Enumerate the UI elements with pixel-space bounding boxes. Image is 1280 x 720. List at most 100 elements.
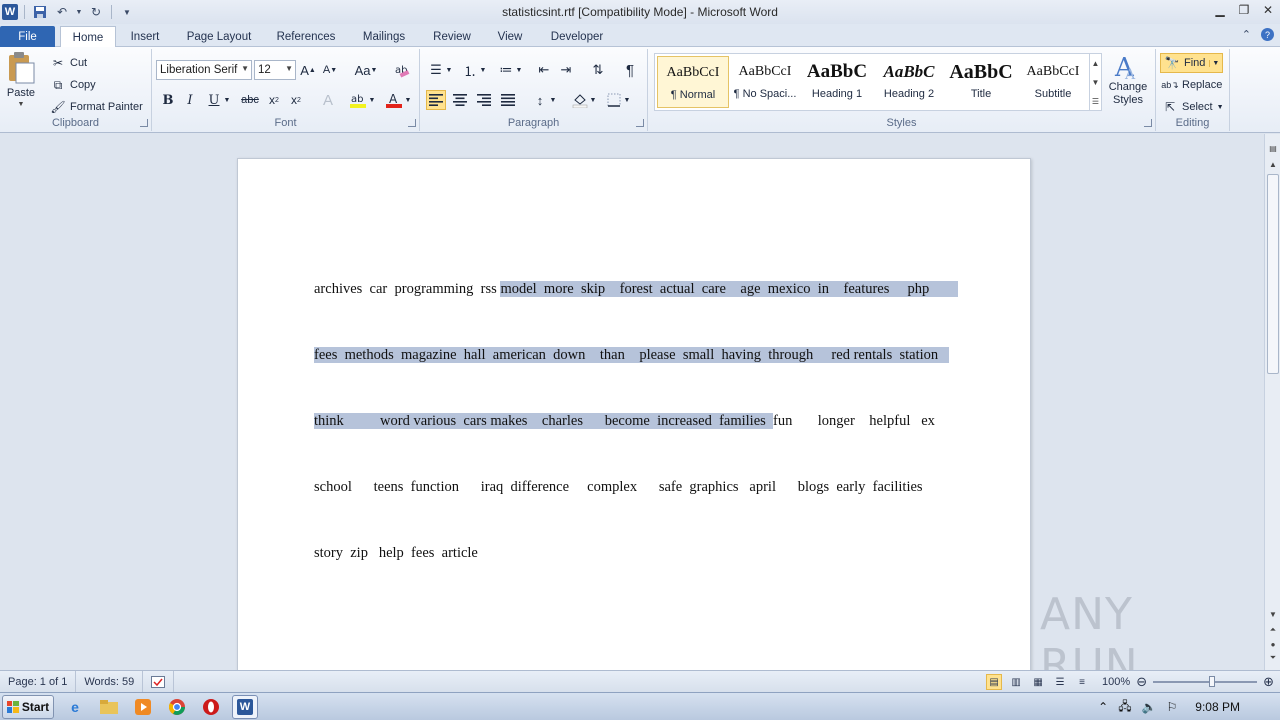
proofing-icon[interactable] bbox=[143, 670, 175, 693]
find-dropdown-icon[interactable]: ▼ bbox=[1209, 59, 1219, 67]
borders-icon[interactable] bbox=[604, 90, 624, 110]
volume-icon[interactable]: 🔈 bbox=[1142, 700, 1157, 714]
document-body[interactable]: archives car programming rss model more … bbox=[314, 234, 974, 608]
customize-qat-icon[interactable]: ▼ bbox=[118, 3, 136, 21]
superscript-icon[interactable]: x2 bbox=[286, 90, 306, 110]
tab-insert[interactable]: Insert bbox=[122, 26, 168, 47]
increase-indent-icon[interactable]: ⇥ bbox=[556, 60, 576, 80]
print-layout-view-icon[interactable]: ▤ bbox=[986, 674, 1003, 690]
tab-developer[interactable]: Developer bbox=[542, 26, 612, 47]
shading-dropdown-icon[interactable]: ▼ bbox=[588, 90, 598, 110]
paragraph-dialog-launcher[interactable] bbox=[636, 119, 644, 127]
highlight-color-icon[interactable]: ab bbox=[348, 90, 368, 110]
align-right-icon[interactable] bbox=[474, 90, 494, 110]
style-normal[interactable]: AaBbCcI ¶ Normal bbox=[657, 56, 729, 108]
font-size-combo[interactable]: 12 ▼ bbox=[254, 60, 296, 80]
style-heading-1[interactable]: AaBbC Heading 1 bbox=[801, 56, 873, 108]
tab-page-layout[interactable]: Page Layout bbox=[178, 26, 260, 47]
numbering-icon[interactable]: ⒈ bbox=[460, 60, 480, 80]
clock[interactable]: 9:08 PM bbox=[1195, 700, 1240, 714]
font-color-icon[interactable]: A bbox=[384, 90, 404, 110]
zoom-out-icon[interactable]: ⊖ bbox=[1136, 674, 1147, 690]
zoom-in-icon[interactable]: ⊕ bbox=[1263, 674, 1274, 690]
word-taskbar-icon[interactable]: W bbox=[232, 694, 258, 719]
decrease-indent-icon[interactable]: ⇤ bbox=[534, 60, 554, 80]
close-button[interactable]: ✕ bbox=[1256, 0, 1280, 20]
action-center-flag-icon[interactable]: ⚐ bbox=[1167, 700, 1178, 714]
full-screen-reading-view-icon[interactable]: ▥ bbox=[1008, 674, 1024, 690]
style-heading-2[interactable]: AaBbC Heading 2 bbox=[873, 56, 945, 108]
undo-dropdown-icon[interactable]: ▼ bbox=[75, 3, 83, 21]
shrink-font-icon[interactable]: A ▼ bbox=[320, 60, 340, 80]
cut-button[interactable]: ✂ Cut bbox=[50, 55, 87, 71]
clear-formatting-icon[interactable]: ab bbox=[392, 60, 412, 80]
zoom-slider[interactable] bbox=[1153, 676, 1258, 687]
save-icon[interactable] bbox=[31, 3, 49, 21]
highlight-dropdown-icon[interactable]: ▼ bbox=[367, 90, 377, 110]
change-case-icon[interactable]: Aa ▼ bbox=[352, 60, 380, 80]
tab-references[interactable]: References bbox=[268, 26, 344, 47]
help-icon[interactable]: ? bbox=[1261, 28, 1274, 41]
draft-view-icon[interactable]: ≡ bbox=[1074, 674, 1090, 690]
zoom-slider-knob[interactable] bbox=[1209, 676, 1216, 687]
style-subtitle[interactable]: AaBbCcI Subtitle bbox=[1017, 56, 1089, 108]
font-color-dropdown-icon[interactable]: ▼ bbox=[403, 90, 413, 110]
style-title[interactable]: AaBbC Title bbox=[945, 56, 1017, 108]
previous-page-icon[interactable]: ⏶ bbox=[1267, 624, 1279, 636]
redo-icon[interactable]: ↻ bbox=[87, 3, 105, 21]
borders-dropdown-icon[interactable]: ▼ bbox=[622, 90, 632, 110]
ruler-toggle-icon[interactable]: ▤ bbox=[1267, 142, 1279, 154]
font-name-combo[interactable]: Liberation Serif ▼ bbox=[156, 60, 252, 80]
replace-button[interactable]: ab↴ Replace bbox=[1161, 77, 1222, 93]
network-icon[interactable]: 🖧 bbox=[1118, 697, 1131, 718]
style-no-spacing[interactable]: AaBbCcI ¶ No Spaci... bbox=[729, 56, 801, 108]
internet-explorer-icon[interactable]: e bbox=[62, 695, 88, 719]
vertical-scrollbar[interactable]: ▤ ▲ ▼ ⏶ ● ⏷ bbox=[1264, 134, 1280, 670]
tab-mailings[interactable]: Mailings bbox=[352, 26, 416, 47]
strikethrough-icon[interactable]: abc bbox=[238, 90, 262, 110]
styles-dialog-launcher[interactable] bbox=[1144, 119, 1152, 127]
grow-font-icon[interactable]: A ▲ bbox=[298, 60, 318, 80]
undo-icon[interactable]: ↶ bbox=[53, 3, 71, 21]
format-painter-button[interactable]: 🖌 Format Painter bbox=[50, 99, 142, 115]
tab-view[interactable]: View bbox=[488, 26, 532, 47]
find-button[interactable]: 🔭 Find ▼ bbox=[1160, 53, 1224, 73]
file-explorer-icon[interactable] bbox=[96, 695, 122, 719]
gallery-scroll-down-icon[interactable]: ▼ bbox=[1089, 73, 1101, 92]
opera-icon[interactable] bbox=[198, 695, 224, 719]
outline-view-icon[interactable]: ☰ bbox=[1052, 674, 1068, 690]
minimize-ribbon-icon[interactable]: ⌃ bbox=[1242, 28, 1251, 41]
tab-file[interactable]: File bbox=[0, 26, 55, 47]
sort-icon[interactable]: ⇅ bbox=[588, 60, 608, 80]
scroll-down-icon[interactable]: ▼ bbox=[1267, 608, 1279, 620]
paste-button[interactable]: Paste ▼ bbox=[6, 51, 36, 108]
line-spacing-dropdown-icon[interactable]: ▼ bbox=[548, 90, 558, 110]
scrollbar-thumb[interactable] bbox=[1267, 174, 1279, 374]
copy-button[interactable]: ⧉ Copy bbox=[50, 77, 96, 93]
clipboard-dialog-launcher[interactable] bbox=[140, 119, 148, 127]
bold-icon[interactable]: B bbox=[158, 90, 178, 110]
page-count[interactable]: Page: 1 of 1 bbox=[0, 670, 77, 693]
gallery-more-icon[interactable]: ☰ bbox=[1089, 92, 1101, 111]
word-count[interactable]: Words: 59 bbox=[76, 670, 144, 693]
line-spacing-icon[interactable]: ↕ bbox=[530, 90, 550, 110]
media-player-icon[interactable] bbox=[130, 695, 156, 719]
next-page-icon[interactable]: ⏷ bbox=[1267, 652, 1279, 664]
tab-review[interactable]: Review bbox=[426, 26, 478, 47]
select-button[interactable]: ⇱ Select ▼ bbox=[1162, 99, 1224, 115]
tab-home[interactable]: Home bbox=[60, 26, 116, 48]
tray-expand-icon[interactable]: ⌃ bbox=[1098, 700, 1108, 714]
underline-dropdown-icon[interactable]: ▼ bbox=[222, 90, 232, 110]
numbering-dropdown-icon[interactable]: ▼ bbox=[478, 60, 488, 80]
paste-dropdown-icon[interactable]: ▼ bbox=[18, 101, 25, 108]
web-layout-view-icon[interactable]: ▦ bbox=[1030, 674, 1046, 690]
select-browse-object-icon[interactable]: ● bbox=[1267, 638, 1279, 650]
start-button[interactable]: Start bbox=[2, 694, 54, 719]
scroll-up-icon[interactable]: ▲ bbox=[1267, 158, 1279, 170]
shading-icon[interactable] bbox=[570, 90, 590, 110]
chrome-icon[interactable] bbox=[164, 695, 190, 719]
minimize-button[interactable]: ▁ bbox=[1208, 0, 1232, 20]
font-dialog-launcher[interactable] bbox=[408, 119, 416, 127]
bullets-icon[interactable]: ☰ bbox=[426, 60, 446, 80]
zoom-level[interactable]: 100% bbox=[1102, 676, 1130, 688]
